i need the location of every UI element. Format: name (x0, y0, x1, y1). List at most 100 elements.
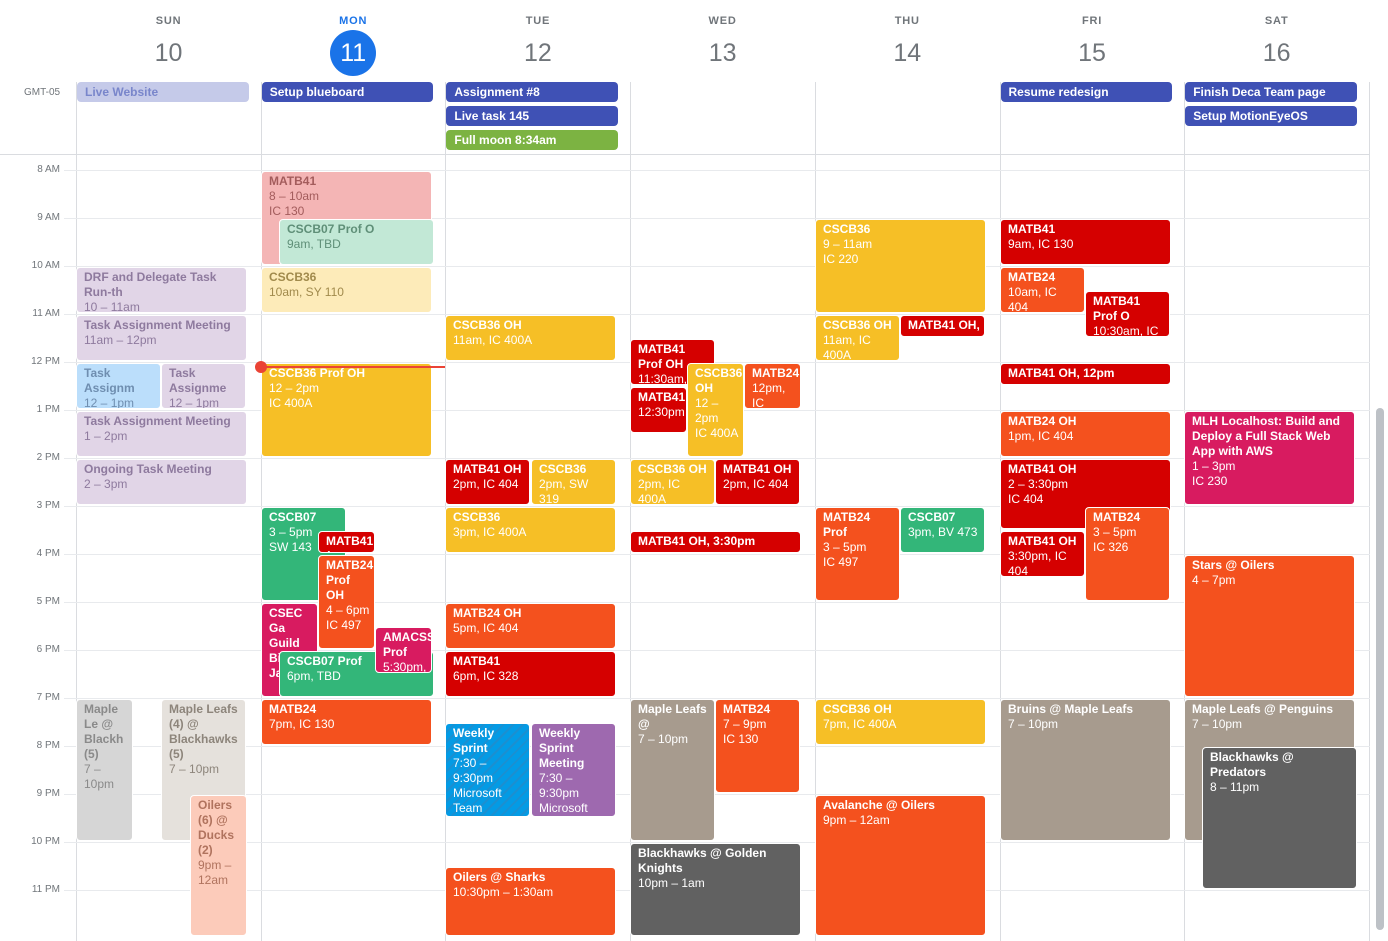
calendar-event[interactable]: MATB24 OH 1pm, IC 404 (1000, 411, 1171, 457)
hour-gridline (64, 602, 1370, 603)
calendar-event[interactable]: Task Assignment Meeting 11am – 12pm (76, 315, 247, 361)
hour-gridline (64, 650, 1370, 651)
calendar-event[interactable]: MATB41 Prof O10:30am, IC 34 (1085, 291, 1170, 337)
all-day-event[interactable]: Resume redesign (1000, 82, 1173, 102)
calendar-event[interactable]: MATB24 7 – 9pm IC 130 (715, 699, 800, 793)
event-title: MATB41 OH, 12pm (1008, 366, 1115, 380)
calendar-event[interactable]: MATB41 OH, 12pm (1000, 363, 1171, 385)
event-title: MATB41 OH (1008, 534, 1077, 548)
calendar-event[interactable]: CSCB36 10am, SY 110 (261, 267, 432, 313)
calendar-event[interactable]: Maple Le @ Blackh (5) 7 – 10pm (76, 699, 133, 841)
calendar-event[interactable]: Avalanche @ Oilers 9pm – 12am (815, 795, 986, 936)
calendar-event[interactable]: MATB41 6pm, IC 328 (445, 651, 616, 697)
event-time: 10 – 11am (84, 300, 140, 313)
event-time: 2pm, IC 404 (723, 477, 789, 491)
calendar-event[interactable]: MATB24 Prof OH 4 – 6pm IC 497 (318, 555, 375, 649)
calendar-event[interactable]: Stars @ Oilers 4 – 7pm (1184, 555, 1355, 697)
calendar-event[interactable]: Oilers (6) @ Ducks (2) 9pm – 12am (190, 795, 247, 936)
event-title: MATB24 (1008, 270, 1056, 284)
event-time: 12 – 2pm (695, 396, 719, 425)
event-time: 1 – 3pm (1192, 459, 1236, 473)
day-header-tue[interactable]: TUE 12 (445, 0, 630, 80)
event-title: Stars @ Oilers (1192, 558, 1275, 572)
calendar-event[interactable]: AMACSS Prof5:30pm, IC204 (375, 627, 432, 673)
event-location: Microsoft Teams (539, 801, 588, 815)
vertical-scrollbar[interactable] (1376, 408, 1384, 930)
event-time: 10:30am, IC 34 (1093, 324, 1159, 337)
calendar-event[interactable]: Weekly Sprint 7:30 – 9:30pm Microsoft Team (445, 723, 530, 817)
event-title: MATB41 OH (723, 462, 792, 476)
calendar-event[interactable]: CSCB36 OH 12 – 2pm IC 400A (687, 363, 744, 457)
calendar-event[interactable]: MATB24 Prof 3 – 5pm IC 497 (815, 507, 900, 601)
calendar-event[interactable]: Ongoing Task Meeting 2 – 3pm (76, 459, 247, 505)
hour-label: 10 AM (31, 260, 60, 271)
calendar-event[interactable]: CSCB36 3pm, IC 400A (445, 507, 616, 553)
event-title: CSCB36 OH (823, 318, 892, 332)
calendar-event[interactable]: Weekly Sprint Meeting 7:30 – 9:30pm Micros… (531, 723, 616, 817)
day-number[interactable]: 16 (1254, 30, 1300, 76)
day-number[interactable]: 15 (1069, 30, 1115, 76)
day-number[interactable]: 12 (515, 30, 561, 76)
day-header-thu[interactable]: THU 14 (815, 0, 1000, 80)
calendar-event[interactable]: MATB41 OH, (900, 315, 985, 337)
calendar-event[interactable]: MATB24 OH 5pm, IC 404 (445, 603, 616, 649)
calendar-event[interactable]: CSCB36 OH 11am, IC 400A (815, 315, 900, 361)
calendar-event[interactable]: Task Assignment Meeting 1 – 2pm (76, 411, 247, 457)
calendar-event[interactable]: MATB41 OH 2pm, IC 404 (715, 459, 800, 505)
calendar-event[interactable]: CSCB36 9 – 11am IC 220 (815, 219, 986, 313)
all-day-separator (0, 154, 1370, 155)
event-title: DRF and Delegate Task Run-th (84, 270, 217, 299)
day-header-sat[interactable]: SAT 16 (1184, 0, 1369, 80)
calendar-event[interactable]: MATB24 10am, IC 404 (1000, 267, 1085, 313)
event-time: 6pm, IC 328 (453, 669, 519, 683)
event-time: 4 – 6pm (326, 603, 370, 617)
calendar-event[interactable]: MATB24 3 – 5pm IC 326 (1085, 507, 1170, 601)
calendar-event[interactable]: MATB24 7pm, IC 130 (261, 699, 432, 745)
calendar-event[interactable]: CSCB36 OH 2pm, IC 400A (630, 459, 715, 505)
calendar-event[interactable]: Task Assignm 12 – 1pm (76, 363, 161, 409)
calendar-event[interactable]: Blackhawks @ Predators 8 – 11pm (1202, 747, 1357, 889)
calendar-event[interactable]: CSCB07 Prof O 9am, TBD (279, 219, 434, 265)
calendar-event[interactable]: Blackhawks @ Golden Knights 10pm – 1am (630, 843, 801, 936)
day-header-mon[interactable]: MON 11 (261, 0, 446, 80)
all-day-event[interactable]: Live task 145 (446, 106, 619, 126)
day-number[interactable]: 11 (330, 30, 377, 76)
day-header-fri[interactable]: FRI 15 (1000, 0, 1185, 80)
day-header-sun[interactable]: SUN 10 (76, 0, 261, 80)
all-day-event[interactable]: Full moon 8:34am (446, 130, 619, 150)
calendar-event[interactable]: MATB41 9am, IC 130 (1000, 219, 1171, 265)
calendar-event[interactable]: MATB41 OH, 3:30pm (630, 531, 801, 553)
calendar-event[interactable]: MATB41 12:30pm (630, 387, 687, 433)
current-time-line (260, 365, 446, 368)
day-number[interactable]: 14 (884, 30, 930, 76)
day-number[interactable]: 10 (146, 30, 192, 76)
event-title: Weekly Sprint (453, 726, 495, 755)
calendar-event[interactable]: MATB41 OH 2pm, IC 404 (445, 459, 530, 505)
all-day-event[interactable]: Finish Deca Team page (1185, 82, 1357, 102)
all-day-event[interactable]: Assignment #8 (446, 82, 619, 102)
calendar-event[interactable]: CSCB36 OH 7pm, IC 400A (815, 699, 986, 745)
calendar-event[interactable]: CSCB36 Prof OH 12 – 2pm IC 400A (261, 363, 432, 457)
event-time: 7:30 – 9:30pm (453, 756, 494, 785)
event-title: Blackhawks @ Golden Knights (638, 846, 767, 875)
calendar-event[interactable]: CSCB36 2pm, SW 319 (531, 459, 616, 505)
calendar-event[interactable]: CSCB07 3pm, BV 473 (900, 507, 985, 553)
calendar-event[interactable]: MATB41 ( 3:30pm (318, 531, 375, 553)
day-number[interactable]: 13 (700, 30, 746, 76)
all-day-event[interactable]: Live Website (77, 82, 249, 102)
event-time: 9pm – 12am (198, 858, 232, 887)
calendar-event[interactable]: Task Assignme 12 – 1pm (161, 363, 246, 409)
calendar-event[interactable]: MLH Localhost: Build and Deploy a Full S… (1184, 411, 1355, 505)
calendar-event[interactable]: CSCB36 OH 11am, IC 400A (445, 315, 616, 361)
event-time: 8 – 11pm (1210, 780, 1260, 794)
calendar-event[interactable]: Bruins @ Maple Leafs 7 – 10pm (1000, 699, 1171, 841)
all-day-event[interactable]: Setup blueboard (261, 82, 434, 102)
calendar-event[interactable]: MATB24 12pm, IC (744, 363, 801, 409)
calendar-event[interactable]: Maple Leafs @7 – 10pm (630, 699, 715, 841)
day-header-wed[interactable]: WED 13 (630, 0, 815, 80)
event-title: Maple Leafs @ Penguins (1192, 702, 1334, 716)
all-day-event[interactable]: Setup MotionEyeOS (1185, 106, 1357, 126)
calendar-event[interactable]: Oilers @ Sharks 10:30pm – 1:30am (445, 867, 616, 936)
calendar-event[interactable]: MATB41 OH 3:30pm, IC 404 (1000, 531, 1085, 577)
calendar-event[interactable]: DRF and Delegate Task Run-th 10 – 11am (76, 267, 247, 313)
